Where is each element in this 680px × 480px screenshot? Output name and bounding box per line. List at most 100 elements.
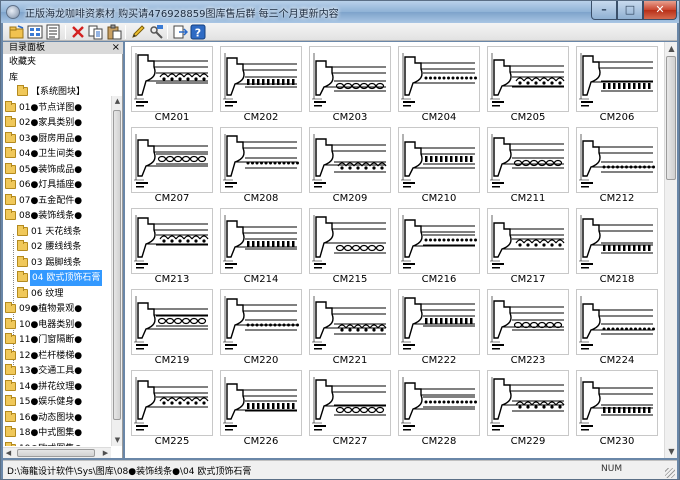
minimize-button[interactable]: – (591, 1, 617, 20)
tree-item-label: 03 踢脚线条 (31, 257, 82, 268)
tree-item-label: 03●厨房用品● (19, 133, 83, 144)
thumbnail-label: CM204 (421, 112, 457, 123)
thumbnail-label: CM230 (599, 436, 635, 447)
thumbnail-item[interactable] (576, 289, 658, 355)
delete-icon[interactable] (70, 24, 86, 40)
thumbnail-item[interactable] (487, 208, 569, 274)
tree-item-label: 04 欧式顶饰石膏 (30, 270, 103, 286)
thumbnail-item[interactable] (220, 208, 302, 274)
thumbnail-label: CM210 (421, 193, 457, 204)
thumbnail-item[interactable] (309, 127, 391, 193)
tree-hscroll-thumb[interactable] (17, 449, 95, 457)
image-view-icon[interactable] (27, 24, 43, 40)
help-icon[interactable]: ? (190, 24, 206, 40)
toolbar: ? (3, 23, 677, 41)
app-icon[interactable] (6, 5, 20, 19)
thumbnail-item[interactable] (309, 370, 391, 436)
thumbnail-item[interactable] (398, 370, 480, 436)
edit-pen-icon[interactable] (130, 24, 146, 40)
folder-icon (5, 209, 16, 220)
thumbnail-label: CM222 (421, 355, 457, 366)
paste-icon[interactable] (106, 24, 122, 40)
thumbnail-item[interactable] (220, 289, 302, 355)
folder-icon (5, 410, 16, 422)
thumbnail-label: CM228 (421, 436, 457, 447)
thumbnail-item[interactable] (398, 127, 480, 193)
thumbnail-label: CM216 (421, 274, 457, 285)
thumbnail-item[interactable] (131, 127, 213, 193)
copy-icon[interactable] (88, 24, 104, 40)
tree-horizontal-scrollbar[interactable]: ◀ ▶ (3, 447, 111, 458)
thumbnail-label: CM224 (599, 355, 635, 366)
grid-vertical-scrollbar[interactable]: ▲ ▼ (664, 42, 677, 458)
thumbnail-label: CM219 (154, 355, 190, 366)
thumbnail-label: CM203 (332, 112, 368, 123)
thumbnail-item[interactable] (487, 370, 569, 436)
thumbnail-item[interactable] (487, 127, 569, 193)
thumbnail-item[interactable] (487, 46, 569, 112)
thumbnail-label: CM225 (154, 436, 190, 447)
thumbnail-item[interactable] (220, 370, 302, 436)
catalog-panel: 目录面板 × 收藏夹 库 【系统图块】 01●节点详图● 02●家具类别● 03●厨房… (3, 42, 123, 458)
tree-item-label: 11●门窗隔断● (19, 335, 83, 345)
library-item[interactable]: 库 (3, 72, 123, 84)
tree-vertical-scrollbar[interactable]: ▲ ▼ (111, 96, 122, 446)
thumbnail-label: CM208 (243, 193, 279, 204)
thumbnail-label: CM212 (599, 193, 635, 204)
scroll-up-icon[interactable]: ▲ (112, 96, 123, 107)
thumbnail-item[interactable] (131, 46, 213, 112)
thumbnail-item[interactable] (309, 208, 391, 274)
folder-icon (17, 240, 28, 251)
thumbnail-item[interactable] (576, 208, 658, 274)
folder-icon (5, 364, 16, 375)
tree-item-label: 01 天花线条 (31, 226, 82, 237)
scroll-up-icon[interactable]: ▲ (665, 42, 677, 55)
thumbnail-item[interactable] (220, 46, 302, 112)
properties-icon[interactable] (148, 24, 164, 40)
scroll-down-icon[interactable]: ▼ (665, 445, 677, 458)
app-window: 正版海龙咖啡资素材 购买请476928859图库售后群 每三个月更新内容 – □… (0, 0, 680, 480)
tree-item-label: 01●节点详图● (19, 102, 83, 113)
folder-icon (5, 302, 16, 313)
thumbnail-item[interactable] (131, 289, 213, 355)
thumbnail-item[interactable] (398, 46, 480, 112)
thumbnail-item[interactable] (131, 370, 213, 436)
scroll-right-icon[interactable]: ▶ (100, 448, 111, 459)
favorites-item[interactable]: 收藏夹 (3, 56, 123, 68)
tree-item-label: 10●电器类别● (19, 319, 83, 330)
thumbnail-label: CM206 (599, 112, 635, 123)
thumbnail-item[interactable] (576, 127, 658, 193)
thumbnail-item[interactable] (309, 289, 391, 355)
thumbnail-label: CM220 (243, 355, 279, 366)
open-folder-icon[interactable] (9, 24, 25, 40)
maximize-button[interactable]: □ (617, 1, 643, 20)
tree-scroll-thumb[interactable] (113, 110, 121, 420)
scroll-down-icon[interactable]: ▼ (112, 435, 123, 446)
window-title: 正版海龙咖啡资素材 购买请476928859图库售后群 每三个月更新内容 (25, 9, 339, 20)
thumbnail-item[interactable] (576, 370, 658, 436)
thumbnail-item[interactable] (398, 208, 480, 274)
thumbnail-label: CM201 (154, 112, 190, 123)
thumbnail-item[interactable] (487, 289, 569, 355)
svg-text:?: ? (195, 27, 201, 40)
grid-scroll-thumb[interactable] (666, 56, 676, 180)
thumbnail-label: CM227 (332, 436, 368, 447)
tree-item-label: 05●装饰成品● (19, 164, 83, 175)
close-icon[interactable]: × (112, 42, 120, 54)
details-view-icon[interactable] (45, 24, 61, 40)
close-button[interactable]: ✕ (643, 1, 677, 20)
thumbnail-item[interactable] (131, 208, 213, 274)
scroll-left-icon[interactable]: ◀ (3, 448, 14, 459)
folder-icon (17, 271, 28, 282)
resize-grip[interactable] (665, 468, 675, 478)
thumbnail-label: CM209 (332, 193, 368, 204)
title-bar[interactable]: 正版海龙咖啡资素材 购买请476928859图库售后群 每三个月更新内容 – □… (1, 1, 679, 23)
thumbnail-item[interactable] (398, 289, 480, 355)
thumbnail-item[interactable] (220, 127, 302, 193)
tree-item-label: 15●娱乐健身● (19, 397, 83, 407)
folder-icon (5, 193, 16, 205)
thumbnail-item[interactable] (576, 46, 658, 112)
folder-icon (5, 116, 16, 127)
export-icon[interactable] (172, 24, 189, 40)
thumbnail-item[interactable] (309, 46, 391, 112)
